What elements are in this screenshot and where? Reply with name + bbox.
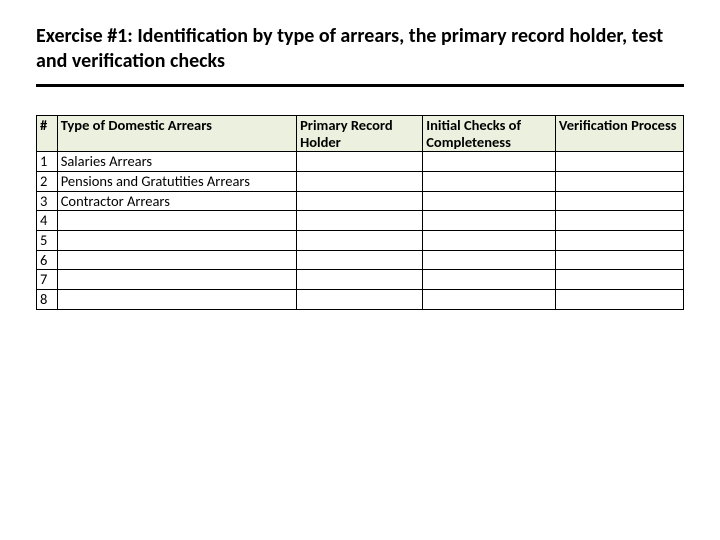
cell-primary <box>297 270 423 290</box>
cell-type <box>57 211 296 231</box>
cell-initial <box>423 250 556 270</box>
col-header-num: # <box>37 116 58 152</box>
cell-primary <box>297 231 423 251</box>
cell-num: 8 <box>37 290 58 310</box>
table-row: 5 <box>37 231 684 251</box>
title-rule <box>36 84 684 87</box>
col-header-primary: Primary Record Holder <box>297 116 423 152</box>
cell-type: Pensions and Gratutities Arrears <box>57 172 296 192</box>
cell-verification <box>555 270 683 290</box>
cell-type: Contractor Arrears <box>57 191 296 211</box>
cell-verification <box>555 231 683 251</box>
cell-verification <box>555 172 683 192</box>
cell-num: 4 <box>37 211 58 231</box>
table-row: 3 Contractor Arrears <box>37 191 684 211</box>
slide: Exercise #1: Identification by type of a… <box>0 0 720 310</box>
cell-verification <box>555 211 683 231</box>
cell-initial <box>423 152 556 172</box>
cell-num: 6 <box>37 250 58 270</box>
cell-verification <box>555 250 683 270</box>
page-title: Exercise #1: Identification by type of a… <box>36 24 684 74</box>
cell-num: 7 <box>37 270 58 290</box>
cell-primary <box>297 290 423 310</box>
cell-type <box>57 250 296 270</box>
cell-num: 2 <box>37 172 58 192</box>
cell-type <box>57 231 296 251</box>
cell-type: Salaries Arrears <box>57 152 296 172</box>
table-row: 2 Pensions and Gratutities Arrears <box>37 172 684 192</box>
cell-primary <box>297 211 423 231</box>
table-body: 1 Salaries Arrears 2 Pensions and Gratut… <box>37 152 684 309</box>
cell-type <box>57 290 296 310</box>
table-row: 8 <box>37 290 684 310</box>
cell-verification <box>555 290 683 310</box>
cell-num: 3 <box>37 191 58 211</box>
table-row: 1 Salaries Arrears <box>37 152 684 172</box>
cell-primary <box>297 172 423 192</box>
arrears-table: # Type of Domestic Arrears Primary Recor… <box>36 115 684 310</box>
cell-type <box>57 270 296 290</box>
col-header-verification: Verification Process <box>555 116 683 152</box>
cell-primary <box>297 250 423 270</box>
table-header-row: # Type of Domestic Arrears Primary Recor… <box>37 116 684 152</box>
cell-initial <box>423 172 556 192</box>
cell-initial <box>423 211 556 231</box>
cell-verification <box>555 191 683 211</box>
table-row: 7 <box>37 270 684 290</box>
table-row: 4 <box>37 211 684 231</box>
cell-initial <box>423 290 556 310</box>
table-row: 6 <box>37 250 684 270</box>
cell-initial <box>423 270 556 290</box>
cell-num: 5 <box>37 231 58 251</box>
cell-num: 1 <box>37 152 58 172</box>
col-header-type: Type of Domestic Arrears <box>57 116 296 152</box>
cell-initial <box>423 191 556 211</box>
col-header-initial: Initial Checks of Completeness <box>423 116 556 152</box>
cell-primary <box>297 152 423 172</box>
cell-initial <box>423 231 556 251</box>
cell-primary <box>297 191 423 211</box>
cell-verification <box>555 152 683 172</box>
